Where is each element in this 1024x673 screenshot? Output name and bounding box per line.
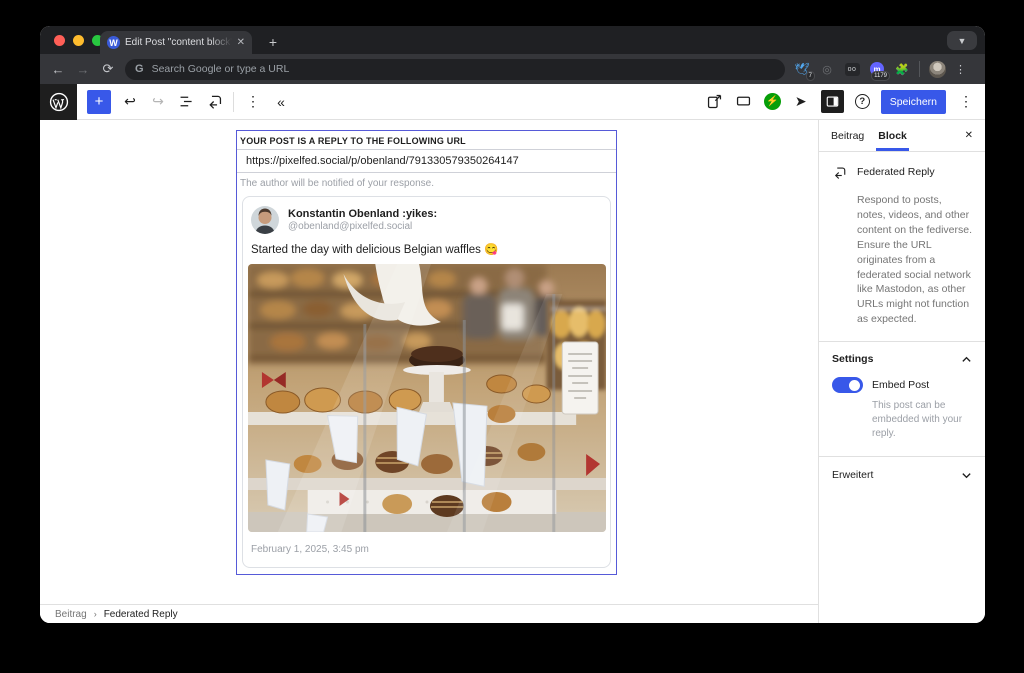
send-icon[interactable]: ➤ (792, 93, 810, 111)
view-post-icon[interactable] (706, 93, 724, 111)
toolbar-divider (233, 92, 234, 112)
wordpress-logo[interactable] (40, 84, 77, 120)
close-window-button[interactable] (54, 35, 65, 46)
extension-badge: 1179 (871, 71, 890, 81)
chrome-tab-strip: W Edit Post "content block" ‹ ob ✕ + ▼ (40, 26, 985, 54)
sidebar-tabs: Beitrag Block ✕ (819, 120, 985, 152)
new-tab-button[interactable]: + (264, 33, 282, 51)
block-card: Federated Reply Respond to posts, notes,… (819, 152, 985, 342)
breadcrumb-root[interactable]: Beitrag (55, 609, 87, 620)
tab-search-chevron-icon[interactable]: ▼ (947, 31, 977, 50)
list-view-icon[interactable] (177, 93, 195, 111)
extensions-puzzle-icon[interactable]: 🧩 (894, 61, 910, 77)
embed-post-label: Embed Post (872, 379, 929, 391)
chrome-menu-icon[interactable]: ⋮ (955, 63, 966, 76)
browser-window: W Edit Post "content block" ‹ ob ✕ + ▼ ←… (40, 26, 985, 623)
chevron-up-icon (961, 354, 972, 365)
tab-title: Edit Post "content block" ‹ ob (125, 37, 232, 48)
editor-header: + ↩ ↪ ⋮ « ⚡ ➤ ? Spei (40, 84, 985, 120)
post-photo-bakery-display (248, 264, 606, 532)
embedded-post-card: Konstantin Obenland :yikes: @obenland@pi… (242, 196, 611, 568)
author-avatar (251, 206, 279, 234)
advanced-panel-header[interactable]: Erweitert (819, 457, 985, 493)
settings-sidebar: Beitrag Block ✕ Federated Reply Respond … (818, 120, 985, 623)
chevron-down-icon (961, 470, 972, 481)
embed-post-toggle[interactable] (832, 377, 863, 393)
help-icon[interactable]: ? (855, 94, 870, 109)
jetpack-icon[interactable]: ⚡ (764, 93, 781, 110)
toolbar-divider (919, 61, 920, 77)
author-name: Konstantin Obenland :yikes: (288, 208, 437, 220)
post-date: February 1, 2025, 3:45 pm (243, 532, 610, 567)
settings-sidebar-toggle[interactable] (821, 90, 844, 113)
block-title: Federated Reply (857, 165, 935, 178)
tab-close-icon[interactable]: ✕ (237, 37, 245, 48)
reload-icon[interactable]: ⟳ (100, 61, 116, 77)
extension-info-icon[interactable]: ◎ (819, 61, 835, 77)
address-bar[interactable]: G Search Google or type a URL (125, 59, 785, 80)
federated-reply-block-icon (832, 165, 848, 185)
address-placeholder: Search Google or type a URL (152, 63, 290, 75)
extension-badge: 7 (806, 71, 815, 81)
extension-mastodon-icon[interactable]: m 1179 (869, 61, 885, 77)
chevron-right-icon: › (94, 609, 97, 619)
extension-bird-icon[interactable]: 🕊 7 (794, 61, 810, 77)
extension-mask-icon[interactable]: oo (845, 63, 860, 76)
block-description: Respond to posts, notes, videos, and oth… (857, 193, 972, 327)
redo-icon[interactable]: ↪ (149, 93, 167, 111)
breadcrumb: Beitrag › Federated Reply (40, 604, 818, 623)
reply-helper-text: The author will be notified of your resp… (237, 173, 616, 196)
editor-options-icon[interactable]: ⋮ (957, 93, 975, 111)
forward-icon[interactable]: → (75, 62, 91, 77)
window-controls (54, 35, 103, 46)
tab-post[interactable]: Beitrag (831, 120, 864, 151)
editor-canvas[interactable]: YOUR POST IS A REPLY TO THE FOLLOWING UR… (40, 120, 818, 623)
settings-panel-title: Settings (832, 353, 873, 365)
author-handle: @obenland@pixelfed.social (288, 221, 437, 232)
preview-icon[interactable] (735, 93, 753, 111)
close-sidebar-icon[interactable]: ✕ (965, 130, 973, 141)
block-options-icon[interactable]: ⋮ (244, 93, 262, 111)
reply-url-input[interactable] (237, 149, 616, 173)
tab-block[interactable]: Block (878, 120, 907, 151)
back-icon[interactable]: ← (50, 62, 66, 77)
breadcrumb-current[interactable]: Federated Reply (104, 609, 178, 620)
profile-avatar[interactable] (929, 61, 946, 78)
block-inserter-button[interactable]: + (87, 90, 111, 114)
post-content: Started the day with delicious Belgian w… (243, 240, 610, 264)
wordpress-favicon: W (107, 36, 120, 49)
federated-reply-block[interactable]: YOUR POST IS A REPLY TO THE FOLLOWING UR… (236, 130, 617, 575)
chrome-toolbar: ← → ⟳ G Search Google or type a URL 🕊 7 … (40, 54, 985, 84)
advanced-panel-title: Erweitert (832, 469, 873, 481)
minimize-window-button[interactable] (73, 35, 84, 46)
federated-reply-block-icon[interactable] (205, 93, 223, 111)
settings-panel-header[interactable]: Settings (832, 353, 972, 365)
collapse-toolbar-icon[interactable]: « (272, 93, 290, 111)
save-button[interactable]: Speichern (881, 90, 946, 114)
reply-url-label: YOUR POST IS A REPLY TO THE FOLLOWING UR… (237, 131, 616, 149)
settings-panel: Settings Embed Post This post can be emb… (819, 342, 985, 457)
google-g-icon: G (135, 63, 144, 75)
embed-post-helper: This post can be embedded with your repl… (872, 399, 972, 441)
undo-icon[interactable]: ↩ (121, 93, 139, 111)
browser-tab[interactable]: W Edit Post "content block" ‹ ob ✕ (100, 31, 252, 54)
